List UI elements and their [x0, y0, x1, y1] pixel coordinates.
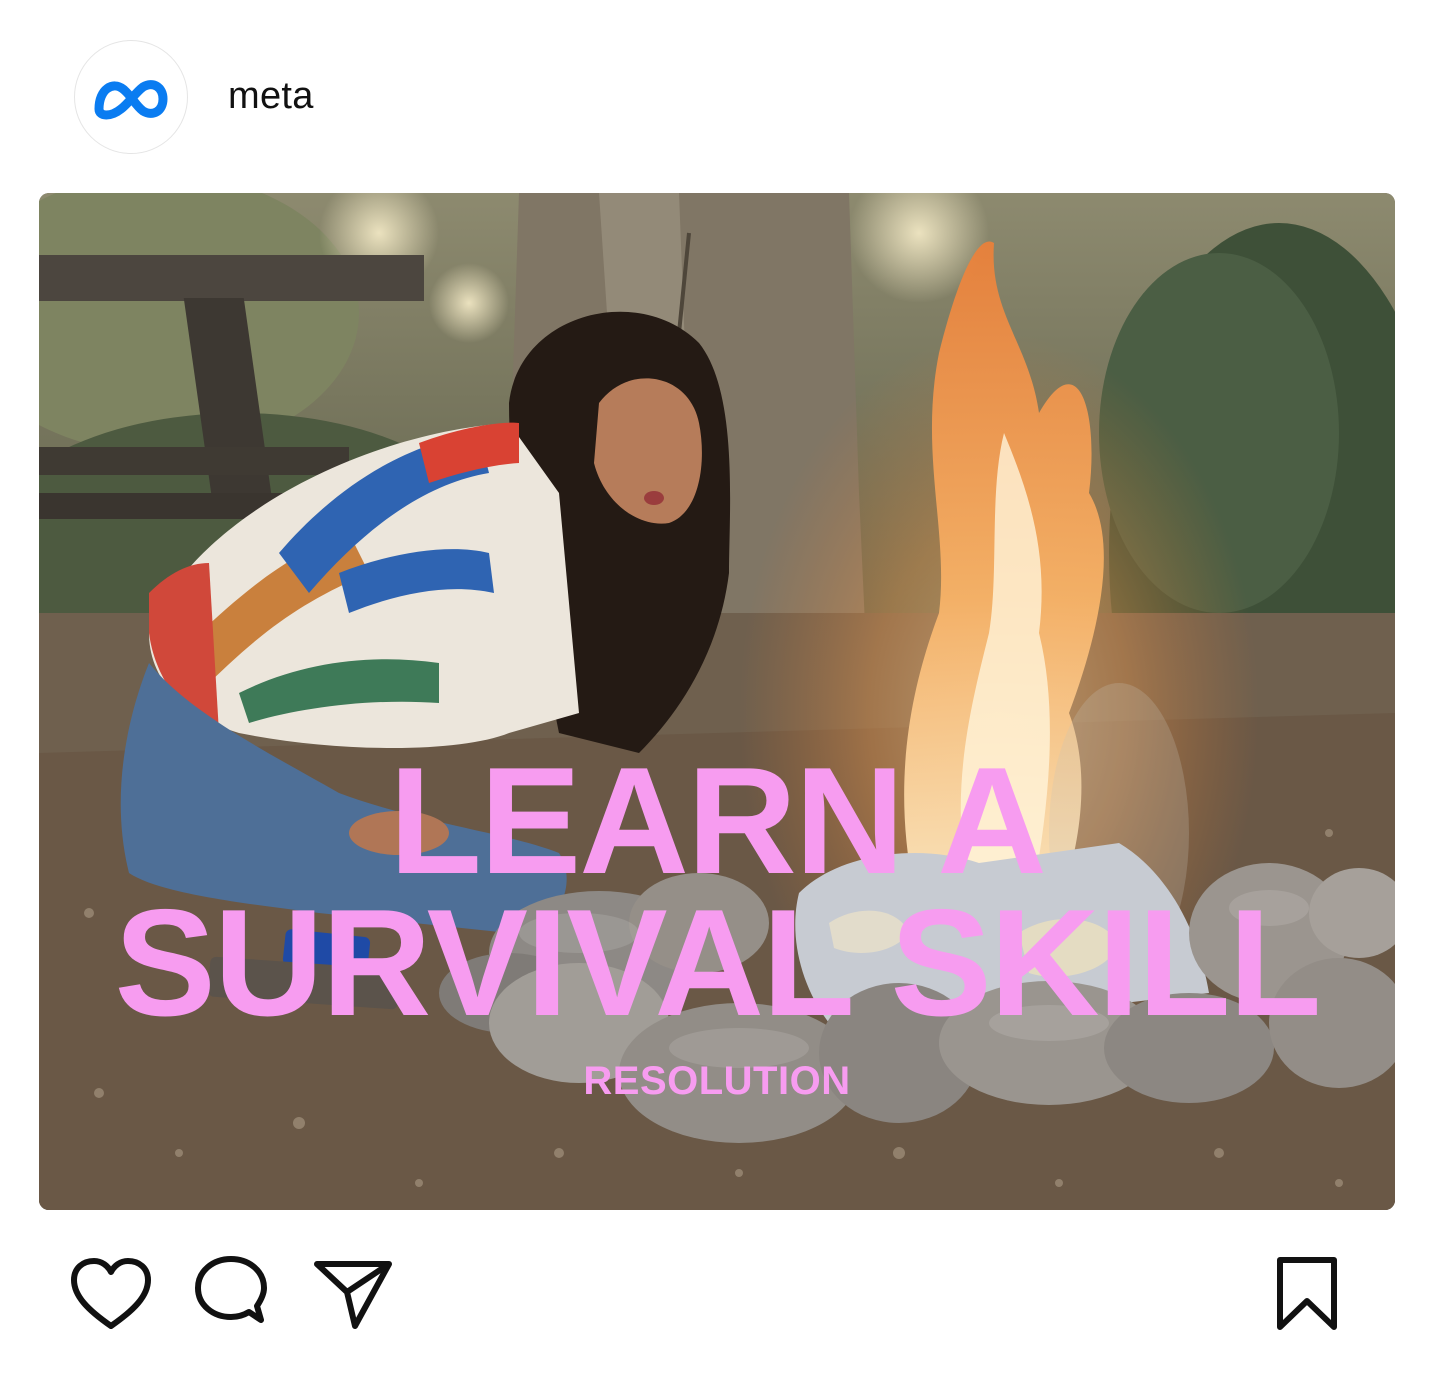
share-button[interactable] [308, 1252, 398, 1336]
meta-logo-icon [94, 80, 168, 120]
save-button[interactable] [1262, 1252, 1352, 1336]
post-action-bar [0, 1240, 1434, 1350]
bookmark-icon [1277, 1257, 1337, 1330]
subhead: RESOLUTION [583, 1059, 851, 1103]
comment-button[interactable] [186, 1252, 276, 1336]
post-header: meta [0, 0, 1434, 190]
paper-plane-icon [314, 1261, 392, 1329]
heart-icon [71, 1258, 151, 1329]
like-button[interactable] [66, 1252, 156, 1336]
headline-line-2: SURVIVAL SKILL [114, 878, 1321, 1048]
author-avatar[interactable] [74, 40, 188, 154]
author-username[interactable]: meta [228, 72, 314, 120]
post-media[interactable]: LEARN A SURVIVAL SKILL RESOLUTION [39, 193, 1395, 1210]
comment-bubble-icon [195, 1256, 267, 1323]
headline-line-1: LEARN A [389, 736, 1047, 906]
